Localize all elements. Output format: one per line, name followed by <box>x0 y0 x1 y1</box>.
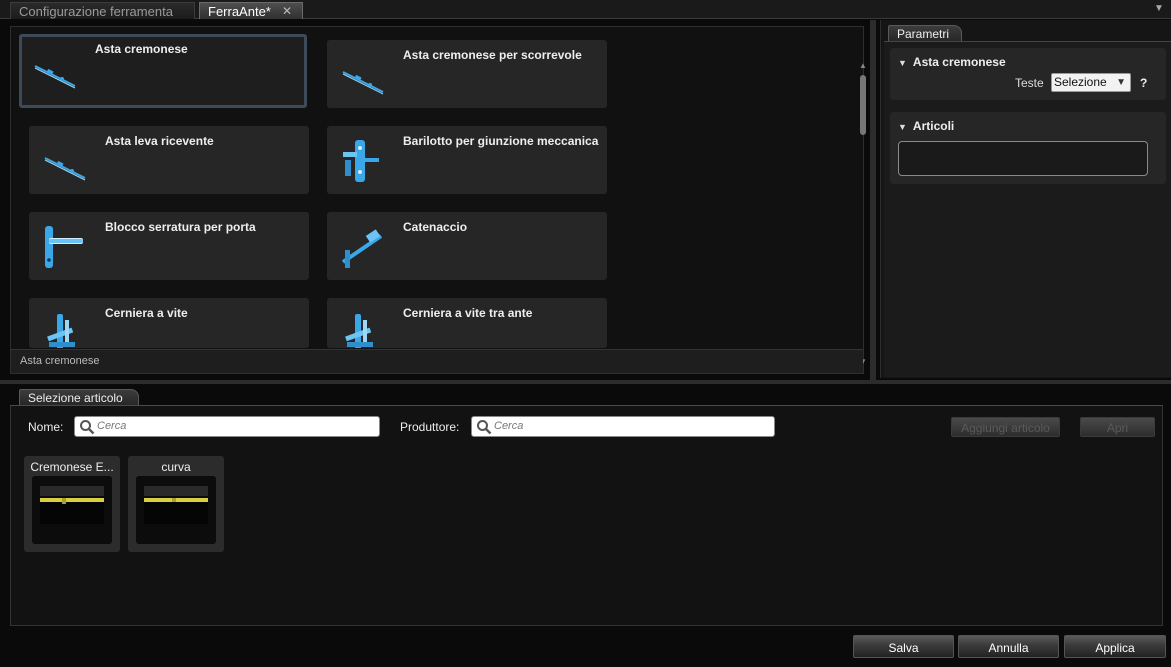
close-icon[interactable]: ✕ <box>282 3 292 20</box>
article-tile[interactable]: curva <box>128 456 224 552</box>
section-asta-cremonese: ▼ Asta cremonese Teste Selezione ▼ ? <box>890 48 1166 100</box>
section-header[interactable]: ▼ Articoli <box>898 119 954 133</box>
help-icon[interactable]: ? <box>1140 76 1147 90</box>
tab-ferraante[interactable]: FerraAnte* ✕ <box>199 2 303 19</box>
catalog-item-label: Asta cremonese <box>95 42 188 56</box>
screw-hinge-icon <box>337 310 387 348</box>
rod-icon <box>39 138 89 184</box>
tabs-dropdown-icon[interactable]: ▼ <box>1153 3 1165 15</box>
screw-hinge-icon <box>39 310 89 348</box>
section-header[interactable]: ▼ Asta cremonese <box>898 55 1006 69</box>
chevron-down-icon: ▼ <box>1116 77 1126 88</box>
catalog-item-blocco-serratura[interactable]: Blocco serratura per porta <box>29 212 309 280</box>
teste-label: Teste <box>1015 76 1044 90</box>
catalog-item-label: Asta cremonese per scorrevole <box>403 48 582 62</box>
article-preview <box>32 476 112 544</box>
apply-button[interactable]: Applica <box>1064 635 1166 658</box>
teste-select[interactable]: Selezione ▼ <box>1051 73 1131 92</box>
collapse-triangle-icon[interactable]: ▼ <box>898 58 907 68</box>
horizontal-splitter[interactable] <box>0 380 1171 384</box>
catalog-item-barilotto[interactable]: Barilotto per giunzione meccanica <box>327 126 607 194</box>
catalog-item-asta-cremonese-scorrevole[interactable]: Asta cremonese per scorrevole <box>327 40 607 108</box>
catalog-item-asta-leva-ricevente[interactable]: Asta leva ricevente <box>29 126 309 194</box>
catalog-item-catenaccio[interactable]: Catenaccio <box>327 212 607 280</box>
cancel-button[interactable]: Annulla <box>958 635 1059 658</box>
bolt-icon <box>337 224 387 270</box>
article-selection-panel: Nome: Cerca Produttore: Cerca Aggiungi a… <box>10 405 1163 626</box>
nome-label: Nome: <box>28 420 64 434</box>
open-button[interactable]: Apri <box>1080 417 1155 437</box>
article-tile[interactable]: Cremonese E... <box>24 456 120 552</box>
add-article-button[interactable]: Aggiungi articolo <box>951 417 1060 437</box>
rod-icon <box>337 52 387 98</box>
catalog-item-label: Catenaccio <box>403 220 468 234</box>
section-title: Asta cremonese <box>912 55 1006 69</box>
collapse-triangle-icon[interactable]: ▼ <box>898 122 907 132</box>
catalog-selected-status: Asta cremonese <box>11 349 863 373</box>
tab-configurazione-ferramenta[interactable]: Configurazione ferramenta <box>10 2 195 19</box>
articoli-input[interactable] <box>898 141 1148 176</box>
search-icon <box>476 419 492 435</box>
vertical-splitter[interactable] <box>870 20 876 380</box>
catalog-item-label: Asta leva ricevente <box>105 134 214 148</box>
tab-selezione-articolo[interactable]: Selezione articolo <box>19 389 139 405</box>
produttore-search-input[interactable]: Cerca <box>471 416 775 437</box>
article-name: Cremonese E... <box>30 460 114 474</box>
door-handle-icon <box>39 224 89 270</box>
parameters-panel: Parametri ▼ Asta cremonese Teste Selezion… <box>880 20 1171 378</box>
teste-select-value: Selezione <box>1054 75 1107 89</box>
catalog-scrollbar[interactable]: ▲ ▼ <box>857 61 869 369</box>
catalog-item-cerniera-tra-ante[interactable]: Cerniera a vite tra ante <box>327 298 607 348</box>
produttore-label: Produttore: <box>400 420 460 434</box>
catalog-item-label: Cerniera a vite <box>105 306 188 320</box>
tab-parametri[interactable]: Parametri <box>888 25 962 41</box>
article-name: curva <box>161 460 191 474</box>
catalog-item-asta-cremonese[interactable]: Asta cremonese <box>19 34 307 108</box>
hinge-barrel-icon <box>337 138 387 184</box>
hardware-catalog-panel: Asta cremonese Asta cremonese per scorre… <box>10 26 867 374</box>
section-title: Articoli <box>912 119 955 133</box>
catalog-item-cerniera-a-vite[interactable]: Cerniera a vite <box>29 298 309 348</box>
catalog-item-label: Cerniera a vite tra ante <box>403 306 533 320</box>
document-tab-bar: Configurazione ferramenta FerraAnte* ✕ ▼ <box>0 0 1171 19</box>
scrollbar-thumb[interactable] <box>860 75 866 135</box>
nome-search-input[interactable]: Cerca <box>74 416 380 437</box>
catalog-item-label: Blocco serratura per porta <box>105 220 256 234</box>
scroll-up-arrow-icon[interactable]: ▲ <box>857 61 869 71</box>
parameters-body: ▼ Asta cremonese Teste Selezione ▼ ? ▼ Art… <box>884 41 1171 377</box>
save-button[interactable]: Salva <box>853 635 954 658</box>
section-articoli: ▼ Articoli <box>890 112 1166 184</box>
article-preview <box>136 476 216 544</box>
tab-ferraante-label: FerraAnte* <box>208 4 271 19</box>
rod-icon <box>29 46 79 92</box>
search-placeholder: Cerca <box>494 420 524 432</box>
search-placeholder: Cerca <box>97 420 127 432</box>
search-icon <box>79 419 95 435</box>
catalog-item-label: Barilotto per giunzione meccanica <box>403 134 599 148</box>
